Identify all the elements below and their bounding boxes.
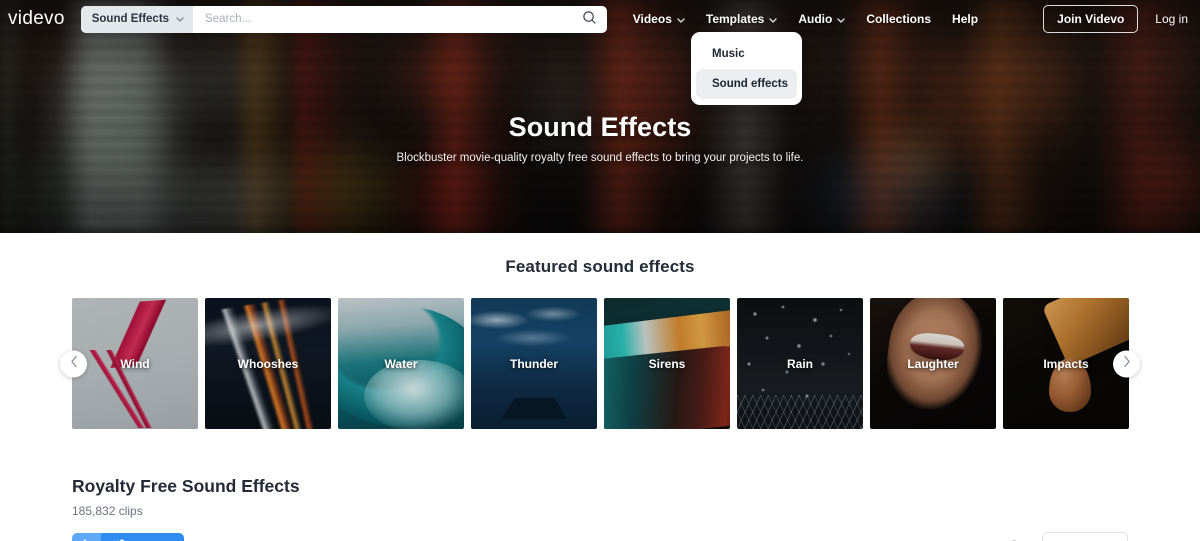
card-label: Whooshes xyxy=(237,356,299,371)
category-card-thunder[interactable]: Thunder xyxy=(471,298,597,429)
featured-carousel: Wind Whooshes Water Thunder Sirens Rain … xyxy=(0,298,1200,429)
card-label: Water xyxy=(384,356,418,371)
sort-controls: Sort Popular xyxy=(1010,532,1128,541)
page-subtitle: Blockbuster movie-quality royalty free s… xyxy=(396,152,804,164)
nav-item-help[interactable]: Help xyxy=(952,12,978,26)
carousel-next-button[interactable] xyxy=(1113,350,1140,377)
account-actions: Join Videvo Log in xyxy=(1043,5,1188,33)
category-card-whooshes[interactable]: Whooshes xyxy=(205,298,331,429)
category-card-water[interactable]: Water xyxy=(338,298,464,429)
card-label: Sirens xyxy=(648,356,686,371)
search-category-label: Sound Effects xyxy=(91,13,170,25)
search-icon xyxy=(582,10,597,28)
videvo-logo[interactable]: videvo xyxy=(8,8,65,30)
join-videvo-button[interactable]: Join Videvo xyxy=(1043,5,1139,33)
category-card-sirens[interactable]: Sirens xyxy=(604,298,730,429)
sort-select[interactable]: Popular xyxy=(1042,532,1128,541)
nav-label: Collections xyxy=(866,12,932,26)
hero-banner: videvo Sound Effects Search... Videos Te… xyxy=(0,0,1200,233)
nav-item-templates[interactable]: Templates xyxy=(705,12,778,26)
filters-button[interactable]: Filters xyxy=(72,532,185,541)
chevron-down-icon xyxy=(176,13,184,25)
nav-label: Videos xyxy=(632,12,672,26)
card-label: Wind xyxy=(120,356,150,371)
category-card-wind[interactable]: Wind xyxy=(72,298,198,429)
card-label: Rain xyxy=(786,356,813,371)
search-submit-button[interactable] xyxy=(580,10,599,28)
carousel-track: Wind Whooshes Water Thunder Sirens Rain … xyxy=(0,298,1200,429)
nav-item-videos[interactable]: Videos xyxy=(633,12,685,26)
search-input[interactable] xyxy=(205,13,580,25)
dropdown-item-sound-effects[interactable]: Sound effects xyxy=(696,69,797,99)
nav-label: Help xyxy=(952,12,979,26)
chevron-left-icon xyxy=(70,355,78,373)
category-card-impacts[interactable]: Impacts xyxy=(1003,298,1129,429)
card-label: Thunder xyxy=(510,356,558,371)
chevron-right-icon xyxy=(83,537,90,541)
chevron-down-icon xyxy=(837,12,846,26)
chevron-down-icon xyxy=(677,12,685,26)
main-menu: Videos Templates Audio Collections Help xyxy=(633,12,978,26)
chevron-down-icon xyxy=(769,12,778,26)
carousel-prev-button[interactable] xyxy=(60,350,87,377)
page-title: Sound Effects xyxy=(508,112,692,142)
search-bar: Sound Effects xyxy=(80,5,607,33)
dropdown-item-music[interactable]: Music xyxy=(696,39,797,69)
nav-label: Templates xyxy=(705,12,765,26)
nav-item-collections[interactable]: Collections xyxy=(866,12,931,26)
card-label: Laughter xyxy=(907,356,959,371)
results-section: Royalty Free Sound Effects 185,832 clips xyxy=(0,476,1200,541)
search-category-select[interactable]: Sound Effects xyxy=(80,5,194,33)
featured-section: Featured sound effects Wind Whooshes Wat… xyxy=(0,233,1200,429)
audio-dropdown-menu: Music Sound effects xyxy=(691,32,802,105)
nav-item-audio[interactable]: Audio xyxy=(798,12,846,26)
filters-expand-toggle[interactable] xyxy=(72,532,101,541)
results-heading: Royalty Free Sound Effects xyxy=(72,476,300,496)
top-navigation-bar: videvo Sound Effects Search... Videos Te… xyxy=(0,0,1200,38)
category-card-rain[interactable]: Rain xyxy=(737,298,863,429)
results-count: 185,832 clips xyxy=(72,504,143,518)
results-toolbar: Filters Sort Popular xyxy=(72,532,1128,541)
card-label: Impacts xyxy=(1043,356,1089,371)
nav-label: Audio xyxy=(798,12,833,26)
category-card-laughter[interactable]: Laughter xyxy=(870,298,996,429)
chevron-right-icon xyxy=(1123,355,1131,373)
hero-copy: Sound Effects Blockbuster movie-quality … xyxy=(0,112,1200,164)
log-in-link[interactable]: Log in xyxy=(1155,12,1188,26)
featured-heading: Featured sound effects xyxy=(505,257,695,276)
